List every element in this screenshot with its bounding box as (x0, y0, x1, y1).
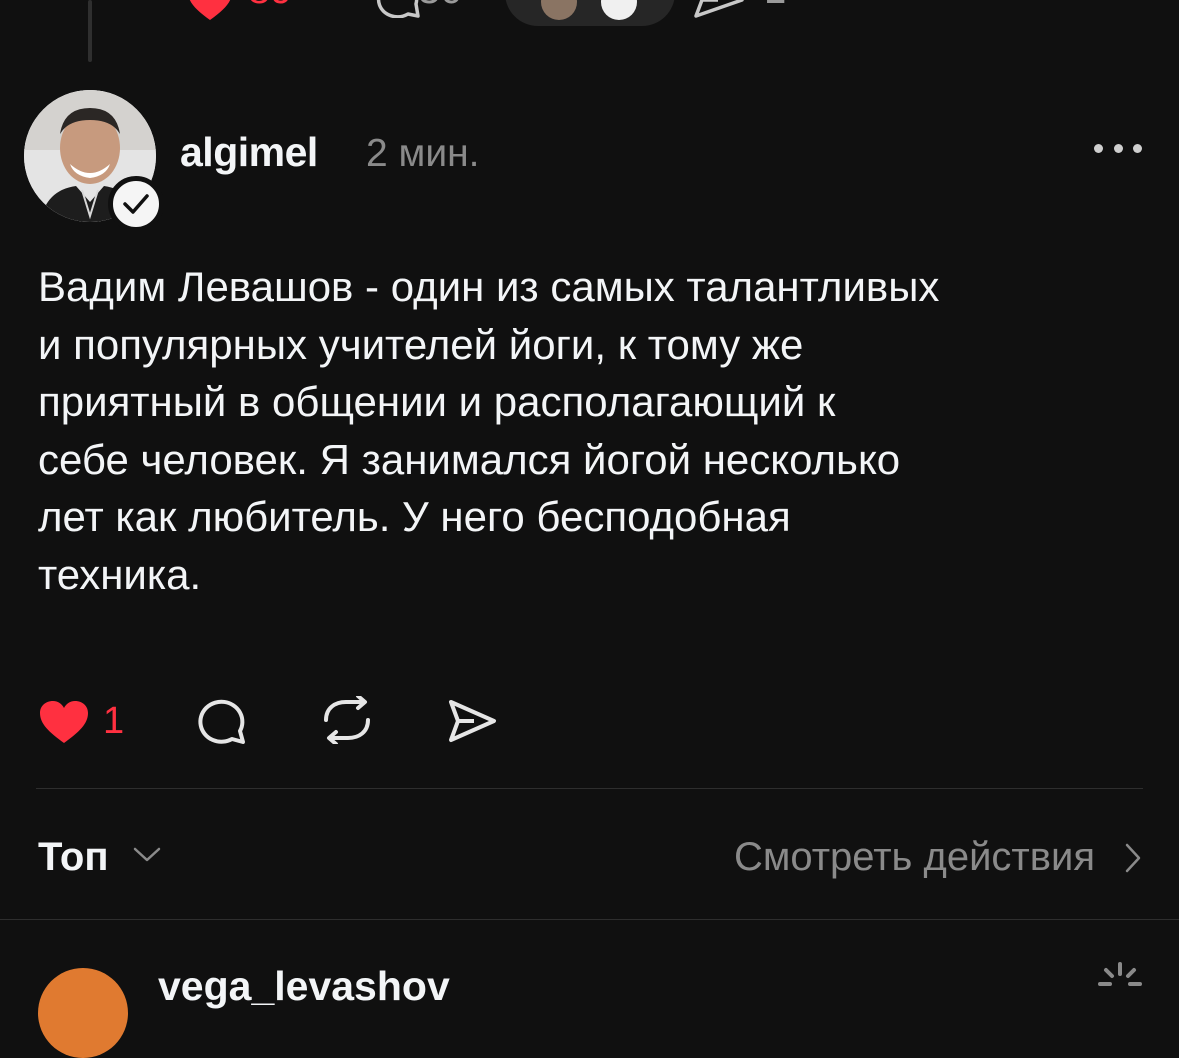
avatar[interactable] (38, 968, 128, 1058)
chevron-down-icon[interactable] (132, 846, 162, 864)
sort-dropdown[interactable]: Топ (38, 834, 109, 880)
send-icon[interactable] (692, 0, 746, 18)
more-icon[interactable] (1094, 140, 1142, 156)
heart-icon[interactable] (38, 699, 90, 745)
verified-badge (108, 176, 164, 232)
prev-comment-count: 30 (418, 0, 463, 10)
like-count: 1 (103, 700, 125, 742)
comment-icon[interactable] (196, 695, 248, 745)
view-activity-link[interactable]: Смотреть действия (734, 834, 1095, 880)
reply-avatars-pill[interactable] (505, 0, 675, 26)
send-icon[interactable] (446, 698, 498, 744)
loading-spinner-icon (1098, 962, 1142, 986)
chevron-right-icon[interactable] (1124, 842, 1142, 874)
username[interactable]: vega_levashov (158, 962, 450, 1010)
prev-like-count: 89 (248, 0, 293, 10)
username[interactable]: algimel (180, 128, 318, 176)
divider (0, 919, 1179, 920)
post-time: 2 мин. (366, 132, 480, 175)
comment-icon[interactable] (376, 0, 422, 18)
more-dot (1133, 143, 1142, 153)
checkmark-icon (123, 194, 149, 214)
avatar (541, 0, 577, 20)
heart-icon[interactable] (186, 0, 234, 22)
prev-share-count: 1 (764, 0, 786, 10)
thread-line (88, 0, 92, 62)
more-dot (1113, 143, 1123, 153)
divider (36, 788, 1143, 789)
post-text: Вадим Левашов - один из самых талантливы… (38, 263, 940, 598)
more-dot (1094, 143, 1103, 153)
repost-icon[interactable] (320, 696, 374, 744)
avatar (601, 0, 637, 20)
